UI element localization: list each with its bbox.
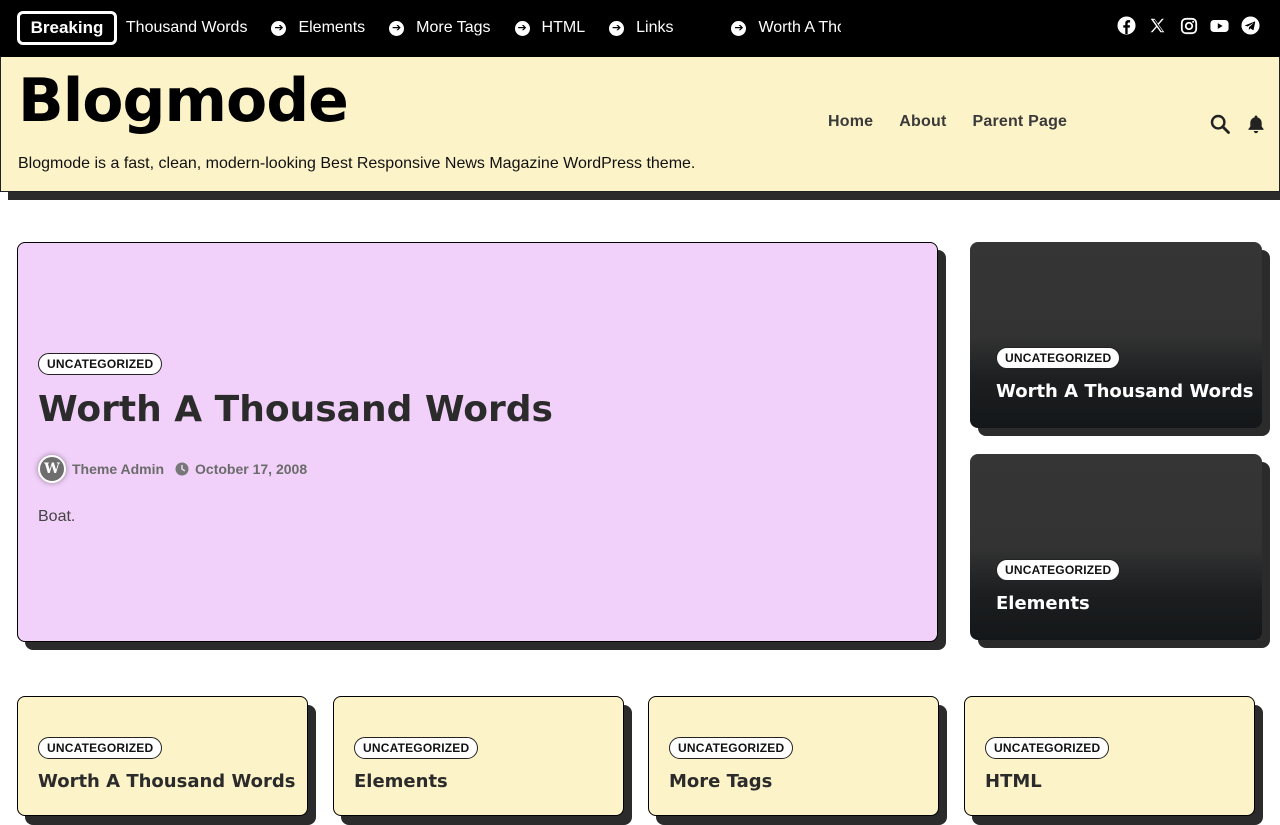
- site-header: Blogmode Blogmode is a fast, clean, mode…: [0, 56, 1280, 192]
- ticker-item[interactable]: ➔ More Tags: [389, 19, 491, 37]
- post-meta: W Theme Admin October 17, 2008: [38, 455, 307, 483]
- ticker-item[interactable]: ➔ Links: [609, 19, 673, 37]
- arrow-right-icon: ➔: [609, 20, 625, 36]
- author-name[interactable]: Theme Admin: [72, 461, 164, 477]
- x-icon[interactable]: [1148, 16, 1167, 35]
- social-links: [1117, 16, 1260, 35]
- category-badge[interactable]: UNCATEGORIZED: [996, 559, 1121, 581]
- youtube-icon[interactable]: [1210, 16, 1229, 35]
- post-card[interactable]: UNCATEGORIZED Worth A Thousand Words: [17, 696, 308, 816]
- category-badge[interactable]: UNCATEGORIZED: [996, 347, 1121, 369]
- category-badge[interactable]: UNCATEGORIZED: [354, 737, 479, 759]
- post-date[interactable]: October 17, 2008: [195, 461, 307, 477]
- arrow-right-icon: ➔: [389, 20, 405, 36]
- category-badge[interactable]: UNCATEGORIZED: [38, 737, 163, 759]
- breaking-label: Breaking: [17, 11, 117, 45]
- featured-post-title[interactable]: Worth A Thousand Words: [38, 389, 553, 430]
- category-badge[interactable]: UNCATEGORIZED: [38, 353, 163, 375]
- arrow-right-icon: ➔: [271, 20, 287, 36]
- post-card[interactable]: UNCATEGORIZED More Tags: [648, 696, 939, 816]
- telegram-icon[interactable]: [1241, 16, 1260, 35]
- ticker-item[interactable]: ➔ HTML: [514, 19, 585, 37]
- site-title[interactable]: Blogmode: [18, 71, 349, 131]
- post-card-title[interactable]: More Tags: [669, 771, 772, 792]
- breaking-news-bar: Breaking ➔Worth A Thousand Words ➔Elemen…: [0, 0, 1280, 56]
- header-shadow: [8, 192, 1280, 200]
- side-post-card[interactable]: UNCATEGORIZED Elements: [970, 454, 1262, 640]
- ticker-item[interactable]: ➔Worth A Thousand Words: [731, 19, 841, 37]
- side-post-title[interactable]: Worth A Thousand Words: [996, 381, 1254, 402]
- nav-item-home[interactable]: Home: [828, 113, 873, 131]
- ticker-item[interactable]: ➔Worth A Thousand Words: [125, 19, 247, 37]
- post-card-title[interactable]: HTML: [985, 771, 1042, 792]
- author-avatar[interactable]: W: [38, 455, 66, 483]
- nav-item-parent-page[interactable]: Parent Page: [972, 113, 1067, 131]
- category-badge[interactable]: UNCATEGORIZED: [985, 737, 1110, 759]
- main-nav: Home About Parent Page: [828, 113, 1067, 131]
- side-post-title[interactable]: Elements: [996, 593, 1090, 614]
- post-card-title[interactable]: Worth A Thousand Words: [38, 771, 296, 792]
- side-post-card[interactable]: UNCATEGORIZED Worth A Thousand Words: [970, 242, 1262, 428]
- facebook-icon[interactable]: [1117, 16, 1136, 35]
- post-card[interactable]: UNCATEGORIZED HTML: [964, 696, 1255, 816]
- category-badge[interactable]: UNCATEGORIZED: [669, 737, 794, 759]
- ticker-item[interactable]: ➔ Elements: [271, 19, 365, 37]
- instagram-icon[interactable]: [1179, 16, 1198, 35]
- post-excerpt: Boat.: [38, 508, 76, 525]
- bell-icon[interactable]: [1247, 114, 1265, 134]
- search-icon[interactable]: [1210, 114, 1230, 134]
- nav-item-about[interactable]: About: [899, 113, 946, 131]
- news-ticker: ➔Worth A Thousand Words ➔Elements ➔More …: [125, 0, 841, 56]
- arrow-right-icon: ➔: [514, 20, 530, 36]
- featured-post[interactable]: UNCATEGORIZED Worth A Thousand Words W T…: [17, 242, 938, 642]
- post-card-title[interactable]: Elements: [354, 771, 448, 792]
- clock-icon: [175, 462, 189, 476]
- post-card[interactable]: UNCATEGORIZED Elements: [333, 696, 624, 816]
- arrow-right-icon: ➔: [731, 20, 747, 36]
- site-tagline: Blogmode is a fast, clean, modern-lookin…: [18, 155, 696, 172]
